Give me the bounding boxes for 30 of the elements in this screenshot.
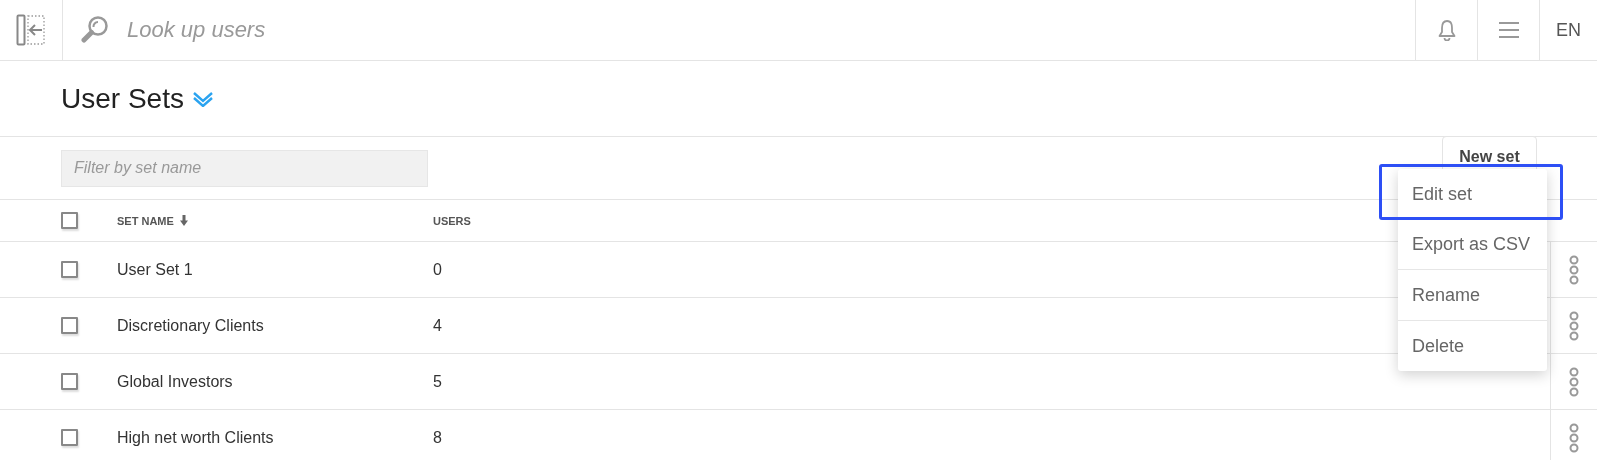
bell-icon xyxy=(1436,19,1457,41)
column-header[interactable]: USERS xyxy=(433,214,471,227)
set-name-cell: User Set 1 xyxy=(117,260,193,279)
filter-field[interactable]: Filter by set name xyxy=(61,149,428,187)
column-header[interactable]: SET NAME xyxy=(117,214,174,227)
collapse-sidebar-icon[interactable] xyxy=(16,14,46,46)
users-cell: 8 xyxy=(433,428,442,447)
set-name-cell: Global Investors xyxy=(117,372,233,391)
more-options-icon[interactable] xyxy=(1569,310,1579,341)
menu-icon xyxy=(1498,21,1519,39)
select-all-checkbox[interactable] xyxy=(61,212,78,229)
row-checkbox[interactable] xyxy=(61,373,78,390)
set-name-cell: High net worth Clients xyxy=(117,428,274,447)
page-title: User Sets xyxy=(61,82,184,115)
more-options-icon[interactable] xyxy=(1569,254,1579,285)
menu-item[interactable]: Rename xyxy=(1398,270,1547,321)
more-options-icon[interactable] xyxy=(1569,422,1579,453)
menu-item[interactable]: Export as CSV xyxy=(1398,219,1547,270)
set-name-cell: Discretionary Clients xyxy=(117,316,264,335)
search-icon xyxy=(81,15,109,45)
search-field[interactable]: Look up users xyxy=(125,16,529,44)
row-checkbox[interactable] xyxy=(61,317,78,334)
row-checkbox[interactable] xyxy=(61,429,78,446)
users-cell: 5 xyxy=(433,372,442,391)
more-options-icon[interactable] xyxy=(1569,366,1579,397)
users-cell: 0 xyxy=(433,260,442,279)
menu-item[interactable]: Delete xyxy=(1398,321,1547,371)
users-cell: 4 xyxy=(433,316,442,335)
chevron-down-icon[interactable] xyxy=(191,90,214,107)
row-checkbox[interactable] xyxy=(61,261,78,278)
